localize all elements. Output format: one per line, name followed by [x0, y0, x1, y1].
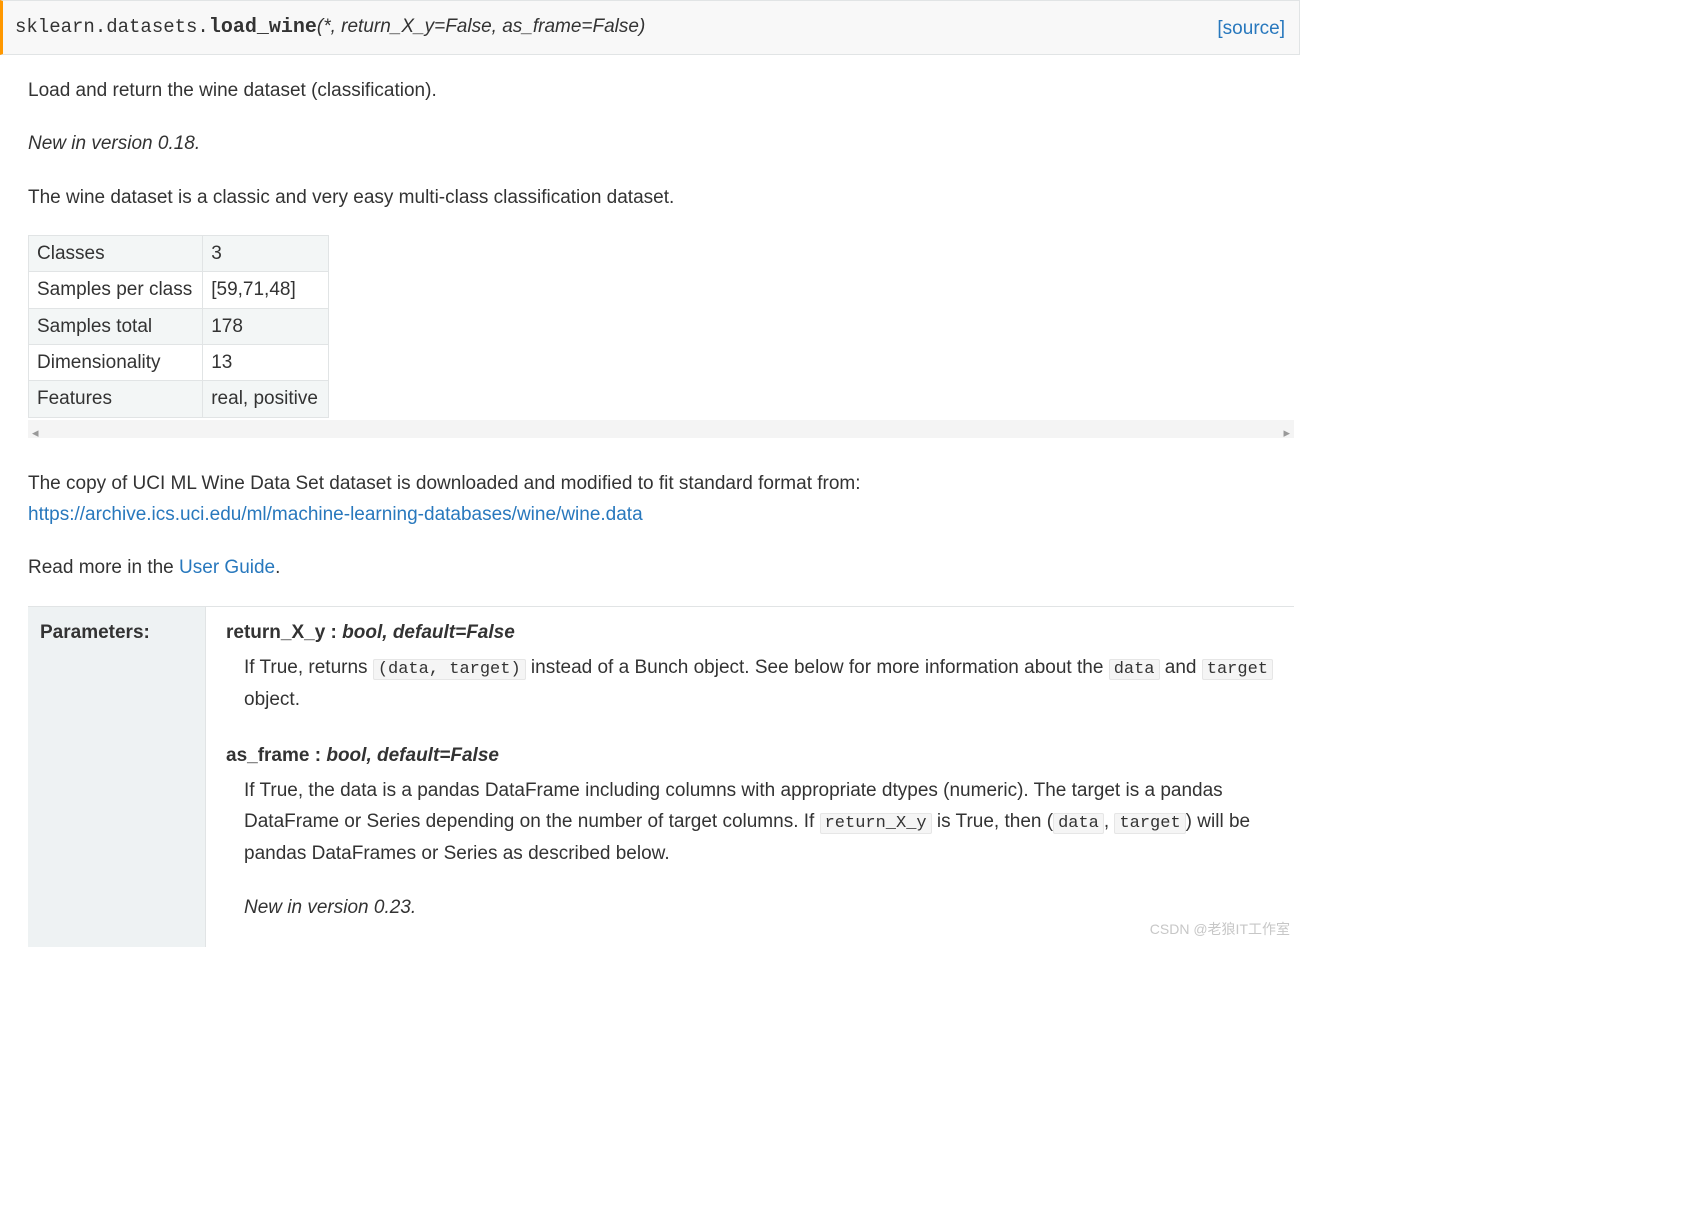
param-description: If True, returns (data, target) instead … — [244, 652, 1294, 715]
dataset-table: Classes3 Samples per class[59,71,48] Sam… — [28, 235, 329, 418]
table-key: Features — [29, 381, 203, 417]
table-val: [59,71,48] — [203, 272, 329, 308]
lead-paragraph: Load and return the wine dataset (classi… — [28, 75, 1294, 106]
param-text: is True, then ( — [932, 811, 1053, 832]
table-val: 3 — [203, 236, 329, 272]
param-description: If True, the data is a pandas DataFrame … — [244, 775, 1294, 923]
table-key: Classes — [29, 236, 203, 272]
sig-params: (*, return_X_y=False, as_frame=False) — [317, 16, 645, 37]
table-key: Samples total — [29, 308, 203, 344]
parameters-body: return_X_y : bool, default=False If True… — [206, 607, 1294, 947]
doc-body: Load and return the wine dataset (classi… — [0, 75, 1300, 947]
param-name: return_X_y — [226, 622, 325, 643]
sig-module: sklearn.datasets. — [15, 16, 209, 38]
intro-paragraph: The wine dataset is a classic and very e… — [28, 182, 1294, 213]
code-literal: data — [1109, 659, 1160, 680]
table-row: Samples total178 — [29, 308, 329, 344]
table-key: Samples per class — [29, 272, 203, 308]
table-val: 178 — [203, 308, 329, 344]
user-guide-link[interactable]: User Guide — [179, 557, 275, 578]
readmore-paragraph: Read more in the User Guide. — [28, 552, 1294, 583]
version-added: New in version 0.18. — [28, 128, 1294, 159]
source-link[interactable]: [source] — [1217, 13, 1285, 44]
param-text: and — [1160, 657, 1202, 678]
param-text: If True, returns — [244, 657, 373, 678]
table-val: real, positive — [203, 381, 329, 417]
param-type: bool, default=False — [326, 745, 499, 766]
param-text: instead of a Bunch object. See below for… — [526, 657, 1109, 678]
table-row: Samples per class[59,71,48] — [29, 272, 329, 308]
watermark: CSDN @老狼IT工作室 — [1150, 918, 1290, 941]
scroll-left-icon: ◂ — [32, 422, 39, 443]
param-heading: return_X_y : bool, default=False — [226, 617, 1294, 648]
scroll-right-icon: ▸ — [1283, 422, 1290, 443]
readmore-pre: Read more in the — [28, 557, 179, 578]
parameters-fieldlist: Parameters: return_X_y : bool, default=F… — [28, 606, 1294, 947]
code-literal: target — [1202, 659, 1273, 680]
function-signature: sklearn.datasets.load_wine(*, return_X_y… — [0, 0, 1300, 55]
readmore-post: . — [275, 557, 280, 578]
param-type: bool, default=False — [342, 622, 515, 643]
table-key: Dimensionality — [29, 345, 203, 381]
param-text: , — [1104, 811, 1115, 832]
code-literal: target — [1114, 813, 1185, 834]
code-literal: data — [1053, 813, 1104, 834]
param-name: as_frame — [226, 745, 309, 766]
table-row: Featuresreal, positive — [29, 381, 329, 417]
uci-pre-text: The copy of UCI ML Wine Data Set dataset… — [28, 473, 861, 494]
uci-link[interactable]: https://archive.ics.uci.edu/ml/machine-l… — [28, 504, 643, 525]
table-row: Classes3 — [29, 236, 329, 272]
code-literal: (data, target) — [373, 659, 526, 680]
sig-funcname: load_wine — [209, 16, 317, 39]
code-literal: return_X_y — [820, 813, 932, 834]
table-row: Dimensionality13 — [29, 345, 329, 381]
table-scrollbar[interactable]: ◂ ▸ — [28, 420, 1294, 438]
param-version: New in version 0.23. — [244, 892, 1294, 923]
parameters-label: Parameters: — [28, 607, 206, 947]
param-heading: as_frame : bool, default=False — [226, 740, 1294, 771]
param-text: object. — [244, 689, 300, 710]
table-val: 13 — [203, 345, 329, 381]
uci-paragraph: The copy of UCI ML Wine Data Set dataset… — [28, 468, 1294, 531]
